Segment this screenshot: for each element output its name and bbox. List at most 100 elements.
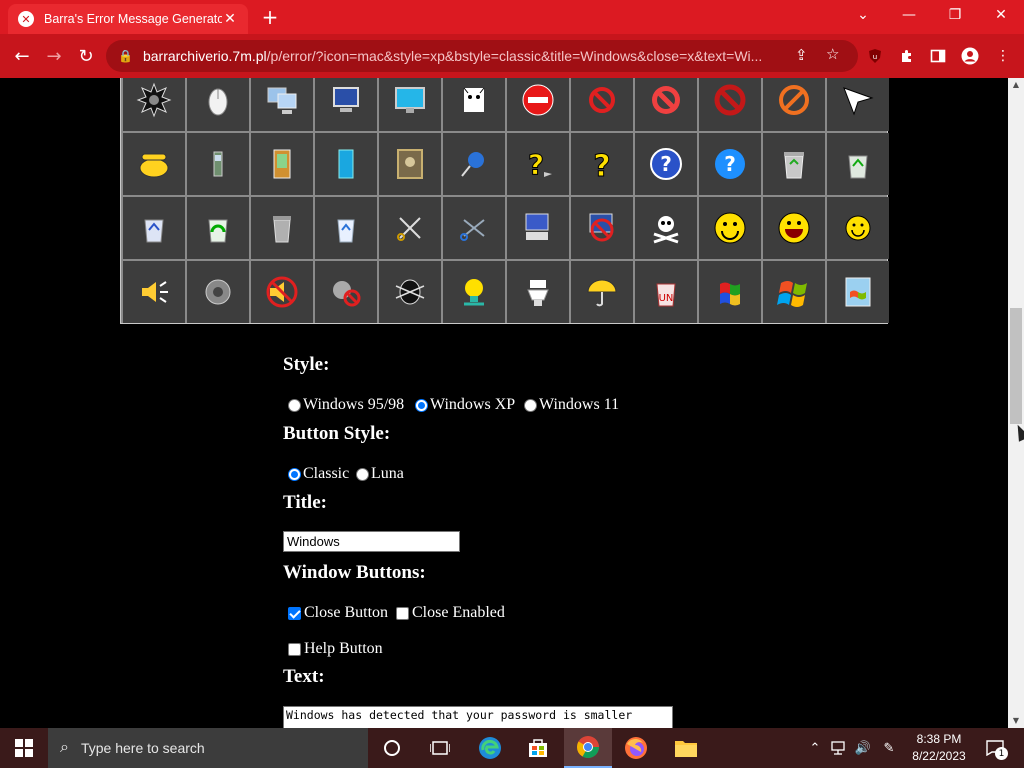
active-tab[interactable]: ✕ Barra's Error Message Generator ✕	[8, 4, 248, 34]
icon-option-cat-warning[interactable]	[443, 78, 505, 131]
icon-option-bug[interactable]	[379, 261, 441, 323]
icon-option-smiley-small[interactable]	[827, 197, 889, 259]
icon-option-windows-picture[interactable]	[827, 261, 889, 323]
ublock-extension-icon[interactable]: u	[865, 46, 885, 66]
system-clock[interactable]: 8:38 PM 8/22/2023	[905, 731, 973, 765]
icon-option-monitor[interactable]	[379, 78, 441, 131]
icon-option-no-entry[interactable]	[507, 78, 569, 131]
back-button[interactable]: ←	[8, 42, 36, 70]
icon-option-no-symbol-orange[interactable]	[763, 78, 825, 131]
url-text[interactable]: barrarchiverio.7m.pl/p/error/?icon=mac&s…	[143, 48, 783, 64]
icon-option-cell-phone[interactable]	[187, 133, 249, 195]
icon-option-umbrella[interactable]	[571, 261, 633, 323]
side-panel-icon[interactable]	[928, 46, 948, 66]
icon-option-no-symbol[interactable]	[635, 78, 697, 131]
icon-option-computer-denied[interactable]	[571, 197, 633, 259]
pen-workspace-icon[interactable]: ✎	[878, 728, 900, 768]
icon-option-toilet[interactable]	[507, 261, 569, 323]
style-option-win95[interactable]: Windows 95/98	[288, 396, 404, 414]
icon-option-mouse[interactable]	[187, 78, 249, 131]
icon-option-pda[interactable]	[251, 133, 313, 195]
task-view-icon[interactable]	[416, 728, 464, 768]
icon-option-speaker-denied[interactable]	[315, 261, 377, 323]
icon-option-computers[interactable]	[251, 78, 313, 131]
radio-classic[interactable]	[288, 467, 301, 481]
message-textarea[interactable]: Windows has detected that your password …	[283, 706, 673, 728]
network-icon[interactable]	[828, 728, 850, 768]
icon-option-smiley[interactable]	[699, 197, 761, 259]
scrollbar-thumb[interactable]	[1010, 308, 1022, 424]
icon-option-no-symbol-small[interactable]	[571, 78, 633, 131]
close-button-checkbox[interactable]	[288, 606, 301, 620]
close-enabled-checkbox[interactable]	[396, 606, 409, 620]
icon-option-question-yellow-arrow[interactable]: ?	[507, 133, 569, 195]
icon-option-question-yellow[interactable]: ?	[571, 133, 633, 195]
lock-icon[interactable]: 🔒	[118, 49, 133, 63]
scroll-down-arrow-icon[interactable]: ▼	[1008, 714, 1024, 728]
cortana-icon[interactable]	[368, 728, 416, 768]
icon-option-smiley-grin[interactable]	[763, 197, 825, 259]
icon-option-recycle-bin-red[interactable]: UN	[635, 261, 697, 323]
page-scrollbar[interactable]: ▲ ▼	[1008, 78, 1024, 728]
button-style-luna[interactable]: Luna	[356, 465, 404, 483]
help-button-checkbox[interactable]	[288, 642, 301, 656]
icon-option-speaker-muted[interactable]	[251, 261, 313, 323]
icon-option-recycle-bin-full[interactable]	[763, 133, 825, 195]
file-explorer-icon[interactable]	[662, 728, 710, 768]
icon-option-monitor-pc[interactable]	[315, 78, 377, 131]
icon-option-question-blue[interactable]: ?	[699, 133, 761, 195]
reload-button[interactable]: ↻	[72, 42, 100, 70]
help-button-option[interactable]: Help Button	[288, 640, 383, 658]
icon-option-question-blue-circle[interactable]: ?	[635, 133, 697, 195]
icon-option-lightbulb-warning[interactable]	[443, 261, 505, 323]
icon-option-picture-frame[interactable]	[379, 133, 441, 195]
share-icon[interactable]: ⇪	[795, 46, 808, 64]
radio-winxp[interactable]	[415, 398, 428, 412]
scroll-up-arrow-icon[interactable]: ▲	[1008, 78, 1024, 92]
minimize-button[interactable]: —	[886, 0, 932, 30]
action-center-button[interactable]: 1	[982, 736, 1008, 760]
radio-luna[interactable]	[356, 467, 369, 481]
close-window-button[interactable]: ✕	[978, 0, 1024, 30]
forward-button[interactable]: →	[40, 42, 68, 70]
icon-option-telephone[interactable]	[123, 133, 185, 195]
icon-option-speaker[interactable]	[187, 261, 249, 323]
icon-option-pushpin[interactable]	[443, 133, 505, 195]
icon-option-trash-can[interactable]	[251, 197, 313, 259]
close-button-option[interactable]: Close Button	[288, 604, 388, 622]
icon-option-recycle-bin-green[interactable]	[827, 133, 889, 195]
style-option-winxp[interactable]: Windows XP	[415, 396, 515, 414]
start-button[interactable]	[0, 728, 48, 768]
icon-option-cyan-device[interactable]	[315, 133, 377, 195]
icon-option-recycle-bin-blue[interactable]	[123, 197, 185, 259]
radio-win95[interactable]	[288, 398, 301, 412]
icon-option-skull-crossbones[interactable]	[635, 197, 697, 259]
firefox-icon[interactable]	[612, 728, 660, 768]
icon-option-gear-burst[interactable]	[123, 78, 185, 131]
extensions-puzzle-icon[interactable]	[897, 46, 917, 66]
profile-avatar-icon[interactable]	[960, 46, 980, 66]
address-bar[interactable]: 🔒 barrarchiverio.7m.pl/p/error/?icon=mac…	[106, 40, 858, 72]
menu-kebab-icon[interactable]: ⋮	[993, 46, 1013, 66]
icon-option-recycle-bin-empty[interactable]	[315, 197, 377, 259]
tab-close-icon[interactable]: ✕	[222, 11, 238, 27]
volume-icon[interactable]: 🔊	[852, 728, 874, 768]
radio-win11[interactable]	[524, 398, 537, 412]
button-style-classic[interactable]: Classic	[288, 465, 349, 483]
taskbar-search[interactable]: ⌕ Type here to search	[48, 728, 368, 768]
tab-search-icon[interactable]: ⌄	[840, 0, 886, 30]
icon-option-no-symbol-red[interactable]	[699, 78, 761, 131]
title-input[interactable]: Windows	[283, 531, 460, 552]
icon-option-recycle-bin-green-2[interactable]	[187, 197, 249, 259]
restore-button[interactable]: ❐	[932, 0, 978, 30]
icon-option-scissors-blue[interactable]	[443, 197, 505, 259]
new-tab-button[interactable]: +	[258, 5, 282, 29]
edge-icon[interactable]	[466, 728, 514, 768]
style-option-win11[interactable]: Windows 11	[524, 396, 619, 414]
store-icon[interactable]	[514, 728, 562, 768]
bookmark-star-icon[interactable]: ☆	[826, 45, 839, 63]
icon-option-cursor-arrow[interactable]	[827, 78, 889, 131]
show-hidden-icons-icon[interactable]: ⌃	[806, 728, 824, 768]
icon-option-windows-flag-old[interactable]	[699, 261, 761, 323]
close-enabled-option[interactable]: Close Enabled	[396, 604, 505, 622]
